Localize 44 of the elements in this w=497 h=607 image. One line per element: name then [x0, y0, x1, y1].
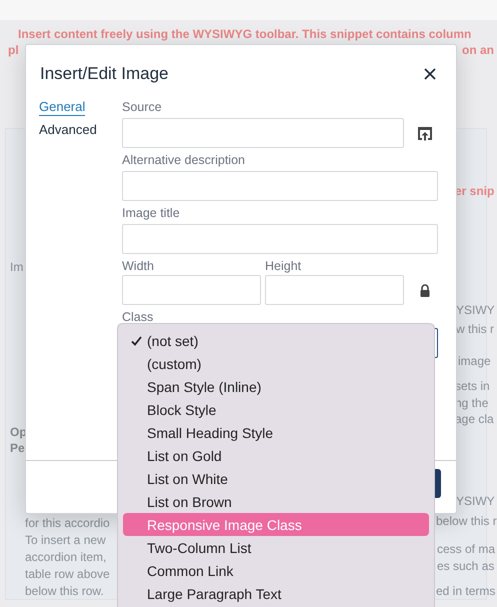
menu-option[interactable]: Common Link	[123, 559, 429, 582]
menu-option[interactable]: (custom)	[123, 352, 429, 375]
background-text: for this accordio	[25, 516, 110, 530]
menu-option[interactable]: List on Brown	[123, 490, 429, 513]
background-text: To insert a new	[25, 533, 106, 547]
browse-icon[interactable]	[417, 126, 433, 140]
lock-icon[interactable]	[420, 284, 430, 296]
field-label: Alternative description	[122, 153, 246, 167]
input-field[interactable]	[265, 275, 404, 305]
background-text: table row above	[25, 567, 110, 581]
background-text: on an	[462, 43, 494, 57]
input-field[interactable]	[122, 275, 261, 305]
menu-option[interactable]: List on Gold	[123, 444, 429, 467]
input-field[interactable]	[122, 224, 438, 254]
background-text: accordion item,	[25, 550, 106, 564]
field-label: Width	[122, 259, 155, 273]
menu-option[interactable]: Two-Column List	[123, 536, 429, 559]
field-label: Image title	[122, 206, 181, 220]
background-text: cess of ma	[437, 542, 496, 556]
dialog-tab[interactable]: General	[39, 99, 86, 116]
background-text: below this row.	[25, 584, 104, 598]
field-label: Class	[122, 310, 154, 324]
field-label: Source	[122, 100, 163, 114]
background-text: Im	[10, 260, 24, 274]
menu-option[interactable]: Span Style (Inline)	[123, 375, 429, 398]
field-label: Height	[265, 259, 302, 273]
background-text: below this r	[436, 514, 497, 528]
dialog-title: Insert/Edit Image	[40, 64, 169, 84]
background-text: ed in terms	[436, 584, 496, 598]
background-text: YSIWY	[456, 303, 495, 317]
input-field[interactable]	[122, 118, 404, 148]
input-field[interactable]	[122, 171, 438, 201]
background-text: Pe	[10, 441, 25, 455]
menu-option[interactable]: (not set)	[123, 329, 429, 352]
background-text: es such as	[437, 559, 494, 573]
menu-option[interactable]: Large Paragraph Text	[123, 582, 429, 605]
background-text: pl	[8, 43, 19, 57]
background-text: YSIWY	[456, 494, 495, 508]
notice-text: Insert content freely using the WYSIWYG toolbar. This snippet contains column	[18, 27, 472, 41]
menu-option[interactable]: List on White	[123, 467, 429, 490]
background-text: image	[458, 354, 491, 368]
dialog-tab[interactable]: Advanced	[39, 122, 97, 139]
menu-option[interactable]: Small Heading Style	[123, 421, 429, 444]
menu-option[interactable]: Block Style	[123, 398, 429, 421]
